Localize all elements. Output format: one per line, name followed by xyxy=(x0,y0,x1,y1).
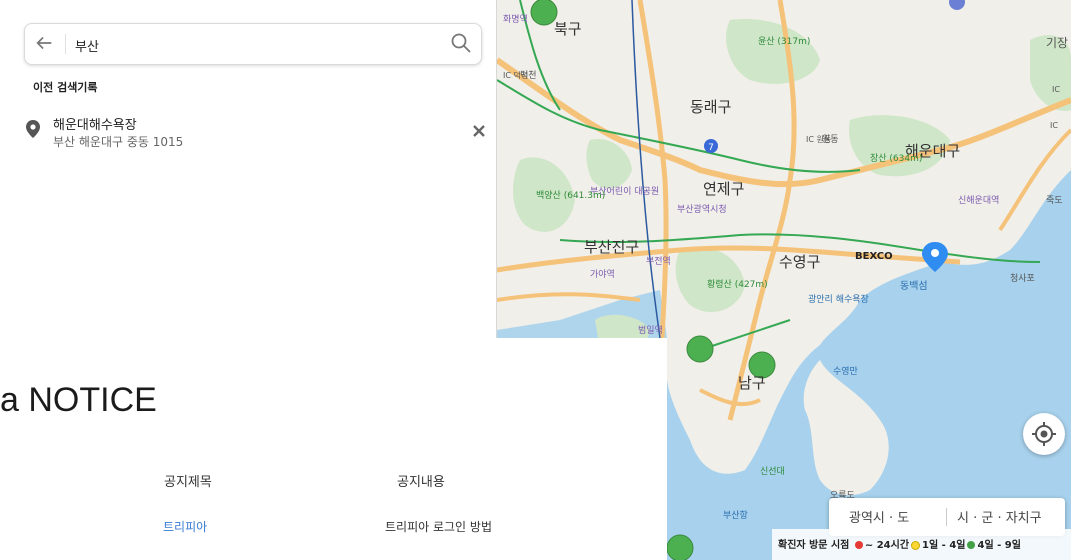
province-button[interactable]: 광역시 · 도 xyxy=(849,507,909,526)
search-input[interactable] xyxy=(73,33,437,57)
place-label: 청사포 xyxy=(1010,273,1035,284)
back-arrow-icon[interactable] xyxy=(33,32,55,54)
place-label: 신선대 xyxy=(760,466,785,477)
place-label: 부산항 xyxy=(723,510,748,521)
legend-content: 확진자 방문 시점 ~ 24시간 1일 - 4일 4일 - 9일 xyxy=(778,536,1021,551)
ic-label: IC xyxy=(1050,121,1058,130)
notice-section: a NOTICE 공지제목 공지내용 트리피아 트리피아 로그인 방법 xyxy=(0,338,667,560)
legend-item: 1일 - 4일 xyxy=(922,540,966,551)
history-item-name: 해운대해수욕장 xyxy=(53,118,137,133)
place-label: 장산 (634m) xyxy=(870,153,922,164)
search-panel: 이전 검색기록 해운대해수욕장 부산 해운대구 중동 1015 xyxy=(0,0,497,338)
location-pin-icon xyxy=(26,120,40,138)
legend-label: 확진자 방문 시점 xyxy=(778,540,850,551)
ic-label: IC xyxy=(1052,85,1060,94)
district-label: 부산진구 xyxy=(584,238,639,256)
notice-col-title: 공지제목 xyxy=(164,475,212,490)
district-label: 연제구 xyxy=(703,180,744,198)
toggle-divider xyxy=(946,508,947,526)
search-icon[interactable] xyxy=(449,31,473,55)
place-label: 부산광역시청 xyxy=(677,203,727,215)
city-button[interactable]: 시 · 군 · 자치구 xyxy=(957,507,1042,526)
legend-item: ~ 24시간 xyxy=(864,540,910,551)
place-label: 범일역 xyxy=(638,325,663,336)
map-legend: 확진자 방문 시점 ~ 24시간 1일 - 4일 4일 - 9일 xyxy=(772,529,1071,560)
search-box xyxy=(24,23,482,65)
place-label: 가야역 xyxy=(590,269,615,280)
notice-row-content[interactable]: 트리피아 로그인 방법 xyxy=(385,518,492,535)
history-item[interactable]: 해운대해수욕장 부산 해운대구 중동 1015 xyxy=(24,112,485,152)
place-label: 백양산 (641.3m) xyxy=(536,190,605,201)
yellow-dot-icon xyxy=(911,540,921,550)
place-label: 신해운대역 xyxy=(958,195,999,206)
place-label: 동백섬 xyxy=(900,280,928,292)
place-label: 부전역 xyxy=(646,256,671,267)
place-label: 광안리 해수욕장 xyxy=(808,293,869,305)
district-label: 북구 xyxy=(554,20,582,38)
notice-row-title[interactable]: 트리피아 xyxy=(163,518,207,535)
place-label: 화명역 xyxy=(503,14,528,25)
my-location-button[interactable] xyxy=(1023,413,1065,455)
green-dot-icon xyxy=(967,541,976,549)
notice-col-content: 공지내용 xyxy=(397,475,445,490)
place-label: 죽도 xyxy=(1046,195,1063,206)
district-label: 동래구 xyxy=(690,98,731,116)
history-item-address: 부산 해운대구 중동 1015 xyxy=(53,135,184,149)
district-label: 남구 xyxy=(738,374,766,392)
district-label: 기장 xyxy=(1046,36,1068,50)
place-label: BEXCO xyxy=(855,251,893,262)
place-label: 수영만 xyxy=(833,366,858,377)
history-title: 이전 검색기록 xyxy=(33,81,98,94)
road-badge: 7 xyxy=(708,143,714,153)
district-label: 수영구 xyxy=(779,253,820,271)
crosshair-icon xyxy=(1032,422,1056,446)
red-dot-icon xyxy=(854,541,863,549)
place-label: 황령산 (427m) xyxy=(707,278,768,290)
ic-label: IC 덕천 xyxy=(503,70,528,80)
close-icon[interactable] xyxy=(470,122,488,140)
notice-title: a NOTICE xyxy=(0,381,157,419)
search-divider xyxy=(65,34,66,54)
ic-label: IC 원동 xyxy=(806,135,831,144)
place-label: 윤산 (317m) xyxy=(758,36,810,47)
legend-item: 4일 - 9일 xyxy=(977,540,1021,551)
